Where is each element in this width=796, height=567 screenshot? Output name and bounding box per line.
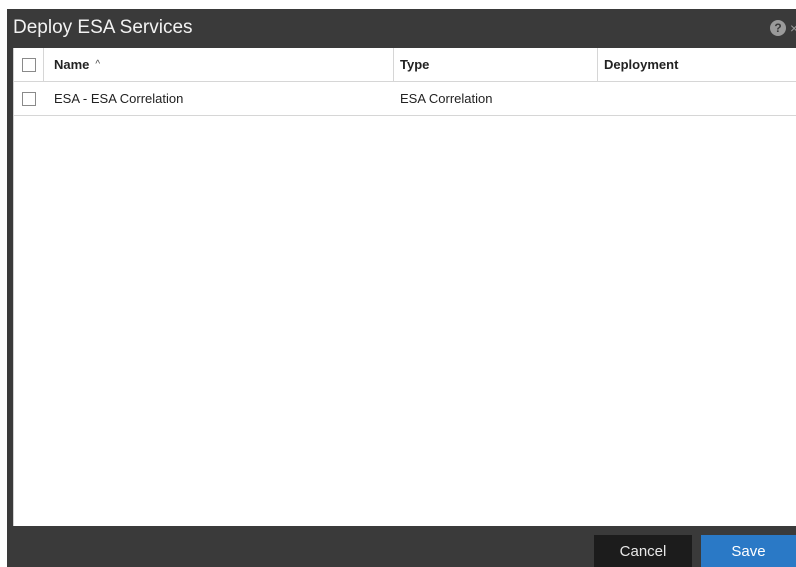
column-header-name-label: Name — [54, 57, 90, 72]
column-header-deployment[interactable]: Deployment — [598, 48, 796, 81]
close-icon[interactable]: × — [790, 19, 796, 37]
column-header-type[interactable]: Type — [394, 48, 598, 81]
row-name-cell: ESA - ESA Correlation — [44, 82, 394, 115]
row-deployment-cell — [598, 82, 796, 115]
row-name: ESA - ESA Correlation — [54, 91, 184, 106]
grid-header: Name ^ Type Deployment — [14, 48, 796, 82]
save-button[interactable]: Save — [701, 535, 796, 567]
column-header-name[interactable]: Name ^ — [44, 48, 394, 81]
deploy-esa-services-dialog: Deploy ESA Services ? × Name ^ Type Depl… — [7, 9, 796, 567]
dialog-title: Deploy ESA Services — [13, 17, 193, 38]
select-all-cell — [14, 48, 44, 81]
row-checkbox[interactable] — [22, 91, 36, 106]
column-header-type-label: Type — [400, 57, 430, 72]
column-header-deployment-label: Deployment — [604, 57, 679, 72]
services-grid: Name ^ Type Deployment ESA - ESA Correla… — [13, 48, 796, 526]
dialog-titlebar: Deploy ESA Services ? × — [7, 9, 796, 48]
cancel-button[interactable]: Cancel — [594, 535, 692, 567]
table-row[interactable]: ESA - ESA Correlation ESA Correlation — [14, 82, 796, 116]
help-icon[interactable]: ? — [770, 20, 786, 36]
document-caption-strip — [0, 0, 796, 9]
select-all-checkbox[interactable] — [21, 57, 36, 72]
row-type-cell: ESA Correlation — [394, 82, 598, 115]
sort-ascending-icon: ^ — [95, 59, 101, 70]
row-select-cell — [14, 82, 44, 115]
dialog-footer: Cancel Save — [7, 526, 796, 567]
row-type: ESA Correlation — [400, 91, 493, 106]
